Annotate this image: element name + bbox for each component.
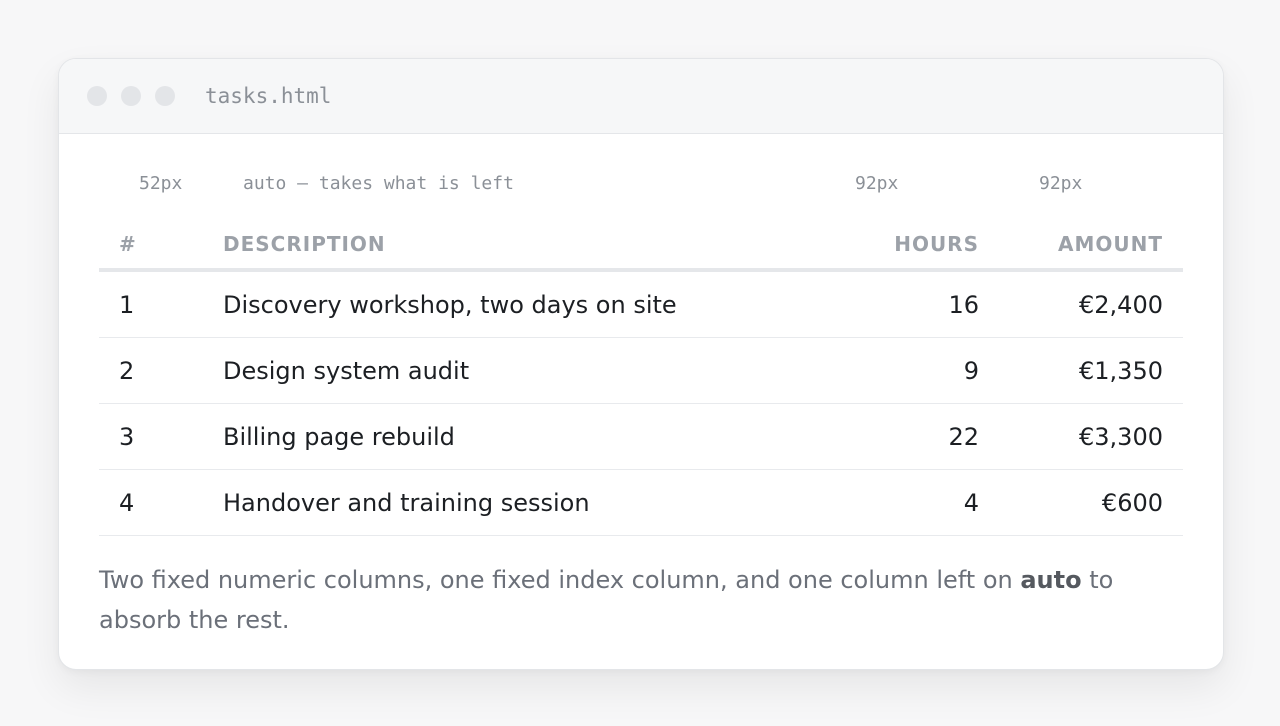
explanation-note: Two fixed numeric columns, one fixed ind… <box>99 560 1183 640</box>
row-amount: €600 <box>999 469 1183 536</box>
row-description: Discovery workshop, two days on site <box>203 270 815 338</box>
row-index: 3 <box>99 403 203 470</box>
window-close-dot[interactable] <box>87 86 107 106</box>
width-label-hours: 92px <box>855 173 899 194</box>
row-amount: €3,300 <box>999 403 1183 470</box>
column-width-annotations: 52px auto — takes what is left 92px 92px <box>99 134 1183 222</box>
page-content: 52px auto — takes what is left 92px 92px… <box>59 134 1223 640</box>
window-maximize-dot[interactable] <box>155 86 175 106</box>
note-text-before: Two fixed numeric columns, one fixed ind… <box>99 566 1021 594</box>
header-index: # <box>99 222 203 272</box>
browser-window: tasks.html 52px auto — takes what is lef… <box>58 58 1224 670</box>
row-hours: 22 <box>815 403 999 470</box>
row-description: Billing page rebuild <box>203 403 815 470</box>
row-index: 4 <box>99 469 203 536</box>
table-header-row: # DESCRIPTION HOURS AMOUNT <box>99 222 1183 272</box>
row-index: 2 <box>99 337 203 404</box>
window-filename: tasks.html <box>205 84 332 108</box>
width-label-amount: 92px <box>1039 173 1083 194</box>
row-description: Handover and training session <box>203 469 815 536</box>
window-titlebar: tasks.html <box>59 59 1223 134</box>
table-row: 1 Discovery workshop, two days on site 1… <box>99 270 1183 338</box>
row-hours: 4 <box>815 469 999 536</box>
row-hours: 9 <box>815 337 999 404</box>
row-amount: €1,350 <box>999 337 1183 404</box>
row-hours: 16 <box>815 270 999 338</box>
header-hours: HOURS <box>815 222 999 272</box>
width-label-description: auto — takes what is left <box>243 173 514 194</box>
header-amount: AMOUNT <box>999 222 1183 272</box>
table-row: 4 Handover and training session 4 €600 <box>99 469 1183 536</box>
header-description: DESCRIPTION <box>203 222 815 272</box>
table-row: 3 Billing page rebuild 22 €3,300 <box>99 403 1183 470</box>
width-label-index: 52px <box>139 173 183 194</box>
row-amount: €2,400 <box>999 270 1183 338</box>
row-index: 1 <box>99 270 203 338</box>
table-row: 2 Design system audit 9 €1,350 <box>99 337 1183 404</box>
tasks-table: # DESCRIPTION HOURS AMOUNT 1 Discovery w… <box>99 222 1183 536</box>
note-emphasis: auto <box>1020 566 1082 594</box>
window-minimize-dot[interactable] <box>121 86 141 106</box>
row-description: Design system audit <box>203 337 815 404</box>
